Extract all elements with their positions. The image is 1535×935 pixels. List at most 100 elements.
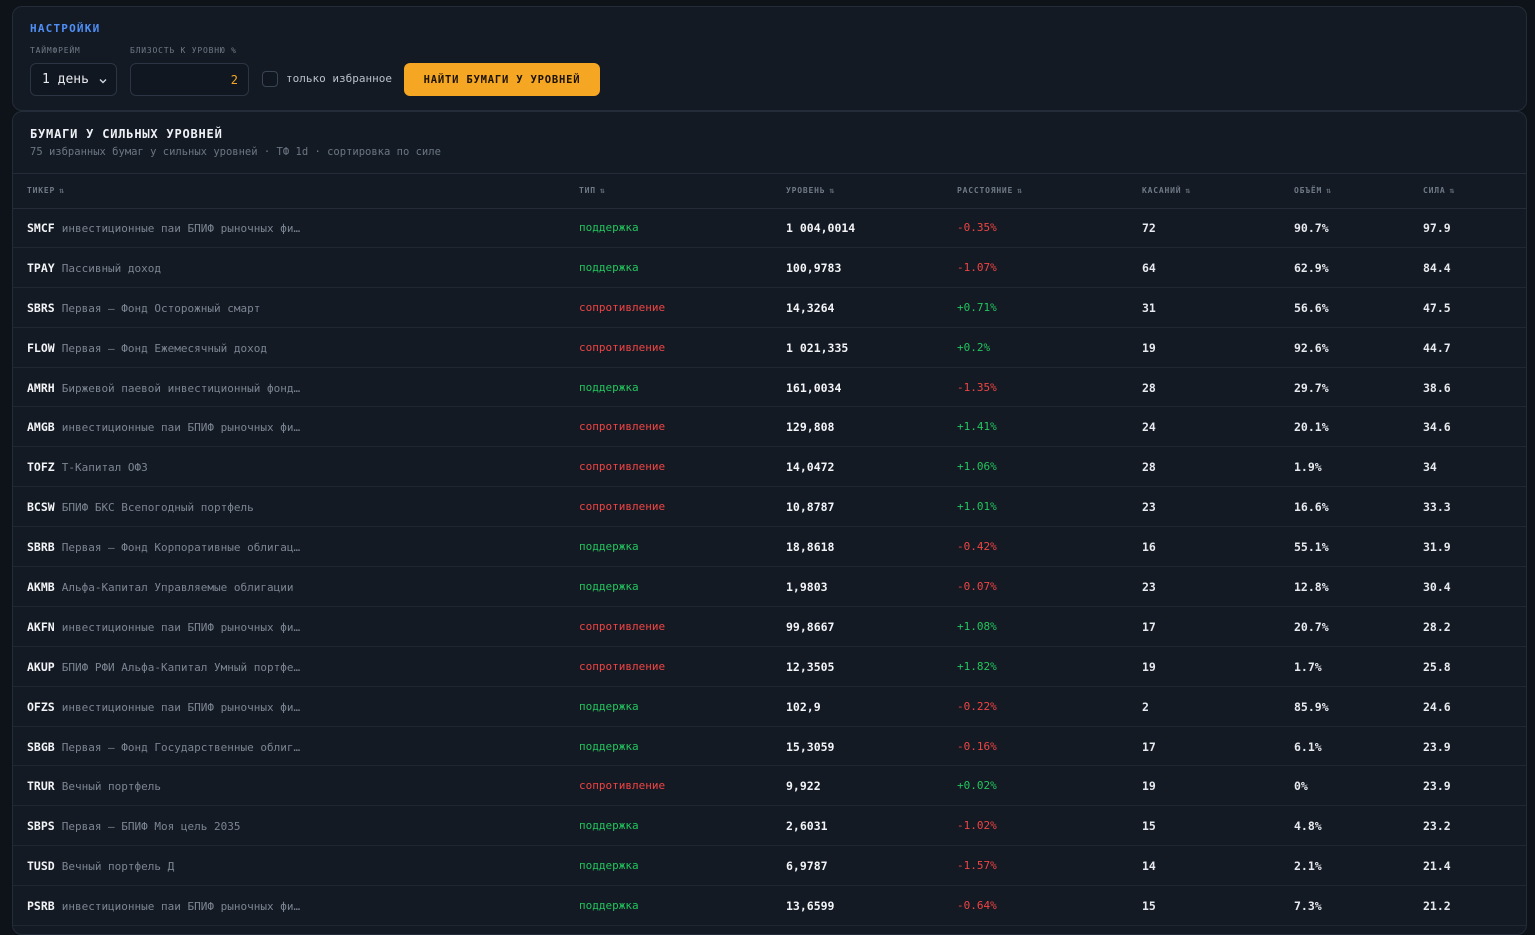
level-value: 15,3059 xyxy=(786,739,835,754)
level-value: 14,3264 xyxy=(786,300,835,315)
level-value: 13,6599 xyxy=(786,899,835,914)
level-value: 6,9787 xyxy=(786,859,828,874)
strength-value: 30.4 xyxy=(1423,580,1451,595)
level-value: 2,6031 xyxy=(786,819,828,834)
strength-value: 47.5 xyxy=(1423,300,1451,315)
level-type: поддержка xyxy=(579,699,639,713)
level-value: 99,8667 xyxy=(786,619,835,634)
results-panel: БУМАГИ У СИЛЬНЫХ УРОВНЕЙ 75 избранных бу… xyxy=(12,111,1527,935)
ticker-symbol: TPAY xyxy=(27,260,55,275)
table-header: ТИКЕР ⇅ ТИП ⇅ УРОВЕНЬ ⇅ РАССТОЯНИЕ ⇅ КАСАНИЙ… xyxy=(13,173,1526,209)
column-header-strength[interactable]: СИЛА ⇅ xyxy=(1423,186,1455,195)
table-row[interactable]: TOFZ Т-Капитал ОФЗ сопротивление 14,0472 +1.… xyxy=(13,447,1526,488)
column-header-type[interactable]: ТИП ⇅ xyxy=(579,186,605,195)
column-header-distance[interactable]: РАССТОЯНИЕ ⇅ xyxy=(957,186,1023,195)
level-value: 102,9 xyxy=(786,699,821,714)
ticker-cell: PSRB инвестиционные паи БПИФ рыночных фи… xyxy=(27,899,300,913)
level-type: сопротивление xyxy=(579,500,666,514)
volume-value: 0% xyxy=(1294,779,1308,794)
table-row[interactable]: SBGB Первая – Фонд Государственные облиг…… xyxy=(13,727,1526,767)
column-header-touches[interactable]: КАСАНИЙ ⇅ xyxy=(1142,186,1191,195)
ticker-symbol: SMCF xyxy=(27,221,55,235)
column-header-volume[interactable]: ОБЪЁМ ⇅ xyxy=(1294,186,1332,195)
distance-value: -0.64% xyxy=(957,899,997,913)
sort-icon: ⇅ xyxy=(59,186,65,195)
ticker-cell: TPAY Пассивный доход xyxy=(27,261,161,275)
strength-value: 21.2 xyxy=(1423,899,1451,914)
level-value: 129,808 xyxy=(786,420,835,435)
security-name: Биржевой паевой инвестиционный фонд… xyxy=(61,381,301,395)
ticker-symbol: OFZS xyxy=(27,699,55,714)
sort-icon: ⇅ xyxy=(829,186,835,195)
table-row[interactable]: FLOW Первая – Фонд Ежемесячный доход сопро… xyxy=(13,328,1526,368)
results-subtitle: 75 избранных бумаг у сильных уровней · Т… xyxy=(30,146,441,158)
strength-value: 33.3 xyxy=(1423,500,1451,515)
security-name: инвестиционные паи БПИФ рыночных фи… xyxy=(61,421,301,435)
touches-value: 23 xyxy=(1142,500,1156,515)
table-row[interactable]: PSRB инвестиционные паи БПИФ рыночных фи…… xyxy=(13,886,1526,927)
volume-value: 1.9% xyxy=(1294,460,1322,475)
proximity-input[interactable]: 2 xyxy=(130,63,249,96)
favorites-only-checkbox[interactable] xyxy=(262,71,278,87)
table-row[interactable]: SMCF инвестиционные паи БПИФ рыночных фи…… xyxy=(13,208,1526,248)
distance-value: -0.22% xyxy=(957,699,997,713)
security-name: Первая – Фонд Корпоративные облигац… xyxy=(61,541,301,555)
level-type: сопротивление xyxy=(579,420,666,434)
table-row[interactable]: AKUP БПИФ РФИ Альфа-Капитал Умный портфе…… xyxy=(13,647,1526,687)
table-row[interactable]: SBPS Первая – БПИФ Моя цель 2035 поддержка… xyxy=(13,806,1526,847)
ticker-symbol: SBRS xyxy=(27,300,55,315)
ticker-cell: SBRS Первая – Фонд Осторожный смарт xyxy=(27,301,260,315)
touches-value: 16 xyxy=(1142,540,1156,555)
strength-value: 31.9 xyxy=(1423,540,1451,555)
strength-value: 84.4 xyxy=(1423,260,1451,275)
level-value: 100,9783 xyxy=(786,260,842,275)
volume-value: 29.7% xyxy=(1294,380,1329,395)
touches-value: 64 xyxy=(1142,260,1156,275)
table-row[interactable]: SBRS Первая – Фонд Осторожный смарт сопрот… xyxy=(13,288,1526,328)
level-type: поддержка xyxy=(579,540,639,554)
strength-value: 25.8 xyxy=(1423,659,1451,674)
touches-value: 72 xyxy=(1142,221,1156,235)
level-type: сопротивление xyxy=(579,300,666,314)
touches-value: 24 xyxy=(1142,420,1156,435)
volume-value: 20.7% xyxy=(1294,619,1329,634)
level-value: 1,9803 xyxy=(786,580,828,595)
timeframe-select[interactable]: 1 день xyxy=(30,63,117,96)
level-type: поддержка xyxy=(579,580,639,594)
ticker-cell: TUSD Вечный портфель Д xyxy=(27,859,174,873)
ticker-symbol: AKFN xyxy=(27,619,55,634)
table-row[interactable]: BCSW БПИФ БКС Всепогодный портфель сопроти… xyxy=(13,487,1526,528)
security-name: инвестиционные паи БПИФ рыночных фи… xyxy=(61,700,301,714)
ticker-symbol: TOFZ xyxy=(27,460,55,475)
table-row[interactable]: SBRB Первая – Фонд Корпоративные облигац…… xyxy=(13,527,1526,568)
security-name: Т-Капитал ОФЗ xyxy=(61,461,148,475)
distance-value: +0.71% xyxy=(957,300,997,314)
find-securities-button[interactable]: НАЙТИ БУМАГИ У УРОВНЕЙ xyxy=(404,63,600,96)
table-row[interactable]: AKFN инвестиционные паи БПИФ рыночных фи…… xyxy=(13,607,1526,647)
strength-value: 23.9 xyxy=(1423,739,1451,754)
table-row[interactable]: OFZS инвестиционные паи БПИФ рыночных фи…… xyxy=(13,687,1526,727)
touches-value: 31 xyxy=(1142,300,1156,315)
column-header-ticker[interactable]: ТИКЕР ⇅ xyxy=(27,186,65,195)
column-header-level[interactable]: УРОВЕНЬ ⇅ xyxy=(786,186,835,195)
level-value: 9,922 xyxy=(786,779,821,794)
table-row[interactable]: TPAY Пассивный доход поддержка 100,9783 -1.0… xyxy=(13,248,1526,288)
settings-panel: НАСТРОЙКИ ТАЙМФРЕЙМ 1 день БЛИЗОСТЬ К УР… xyxy=(12,6,1527,111)
touches-value: 2 xyxy=(1142,699,1149,714)
distance-value: -1.35% xyxy=(957,380,997,394)
volume-value: 92.6% xyxy=(1294,340,1329,355)
table-row[interactable]: AMGB инвестиционные паи БПИФ рыночных фи…… xyxy=(13,407,1526,448)
table-row[interactable]: TRUR Вечный портфель сопротивление 9,922 +0.… xyxy=(13,766,1526,807)
distance-value: +1.01% xyxy=(957,500,997,514)
security-name: Первая – Фонд Ежемесячный доход xyxy=(61,341,268,355)
touches-value: 19 xyxy=(1142,340,1156,355)
touches-value: 17 xyxy=(1142,739,1156,754)
ticker-symbol: AMRH xyxy=(27,380,55,395)
ticker-symbol: FLOW xyxy=(27,340,55,355)
table-row[interactable]: AMRH Биржевой паевой инвестиционный фонд…… xyxy=(13,368,1526,408)
table-row[interactable]: AKMB Альфа-Капитал Управляемые облигации п… xyxy=(13,567,1526,607)
ticker-symbol: AKMB xyxy=(27,580,55,595)
favorites-only-label[interactable]: только избранное xyxy=(286,72,392,85)
distance-value: -1.02% xyxy=(957,819,997,833)
table-row[interactable]: TUSD Вечный портфель Д поддержка 6,9787 -1.5… xyxy=(13,846,1526,887)
